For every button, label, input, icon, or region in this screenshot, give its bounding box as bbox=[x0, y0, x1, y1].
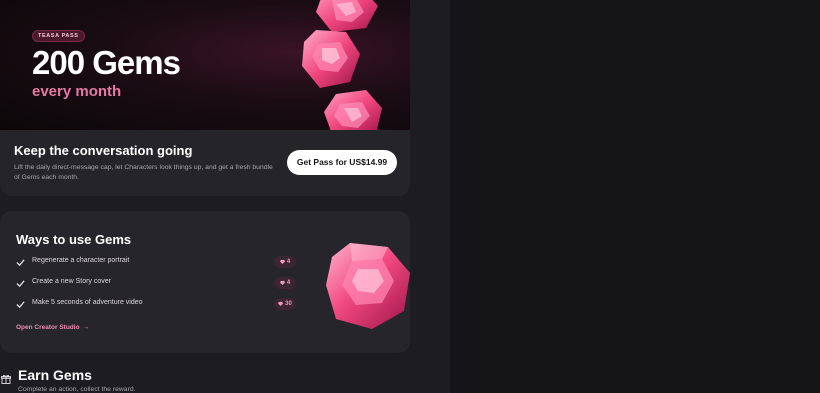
promo-description: Lift the daily direct-message cap, let C… bbox=[14, 164, 273, 181]
empty-pane bbox=[450, 0, 820, 393]
use-label: Regenerate a character portrait bbox=[32, 257, 130, 264]
hero-title: 200 Gems bbox=[32, 44, 181, 81]
pass-badge: TEASA PASS bbox=[32, 30, 85, 42]
cost-badge: 30 bbox=[274, 298, 296, 310]
open-creator-studio-link[interactable]: Open Creator Studio → bbox=[16, 324, 89, 331]
earn-gems-section: Earn Gems Complete an action, collect th… bbox=[0, 366, 450, 393]
arrow-right-icon: → bbox=[82, 324, 90, 331]
list-item: Make 5 seconds of adventure video 30 bbox=[16, 298, 296, 312]
hero-subtitle: every month bbox=[32, 83, 122, 100]
earn-subtitle: Complete an action, collect the reward. bbox=[18, 386, 136, 393]
teasa-pass-card: TEASA PASS 200 Gems every month Keep the… bbox=[0, 0, 410, 196]
cost-value: 4 bbox=[286, 280, 291, 286]
promo-title: Keep the conversation going bbox=[14, 143, 193, 158]
gem-icon bbox=[279, 259, 285, 264]
cost-badge: 4 bbox=[274, 277, 296, 289]
use-label: Create a new Story cover bbox=[32, 278, 111, 285]
use-label: Make 5 seconds of adventure video bbox=[32, 299, 143, 306]
gem-icon bbox=[326, 243, 410, 329]
hero-banner: TEASA PASS 200 Gems every month bbox=[0, 0, 410, 134]
gem-icon bbox=[324, 90, 382, 134]
cost-value: 30 bbox=[285, 301, 292, 307]
cost-badge: 4 bbox=[274, 256, 296, 268]
gift-icon bbox=[1, 374, 11, 384]
check-icon bbox=[16, 301, 25, 309]
ways-to-use-card: Ways to use Gems Regenerate a character … bbox=[0, 211, 410, 353]
gems-panel: TEASA PASS 200 Gems every month Keep the… bbox=[0, 0, 450, 393]
gem-icon bbox=[302, 30, 360, 88]
ways-title: Ways to use Gems bbox=[16, 232, 132, 247]
check-icon bbox=[16, 280, 25, 288]
cost-value: 4 bbox=[286, 259, 291, 265]
earn-title: Earn Gems bbox=[18, 367, 92, 383]
get-pass-button[interactable]: Get Pass for US$14.99 bbox=[287, 150, 397, 175]
link-label: Open Creator Studio bbox=[16, 324, 80, 331]
check-icon bbox=[16, 259, 25, 267]
list-item: Regenerate a character portrait 4 bbox=[16, 256, 296, 270]
gem-icon bbox=[279, 280, 285, 285]
gem-icon bbox=[278, 301, 284, 306]
promo-section: Keep the conversation going Lift the dai… bbox=[0, 130, 410, 196]
list-item: Create a new Story cover 4 bbox=[16, 277, 296, 291]
